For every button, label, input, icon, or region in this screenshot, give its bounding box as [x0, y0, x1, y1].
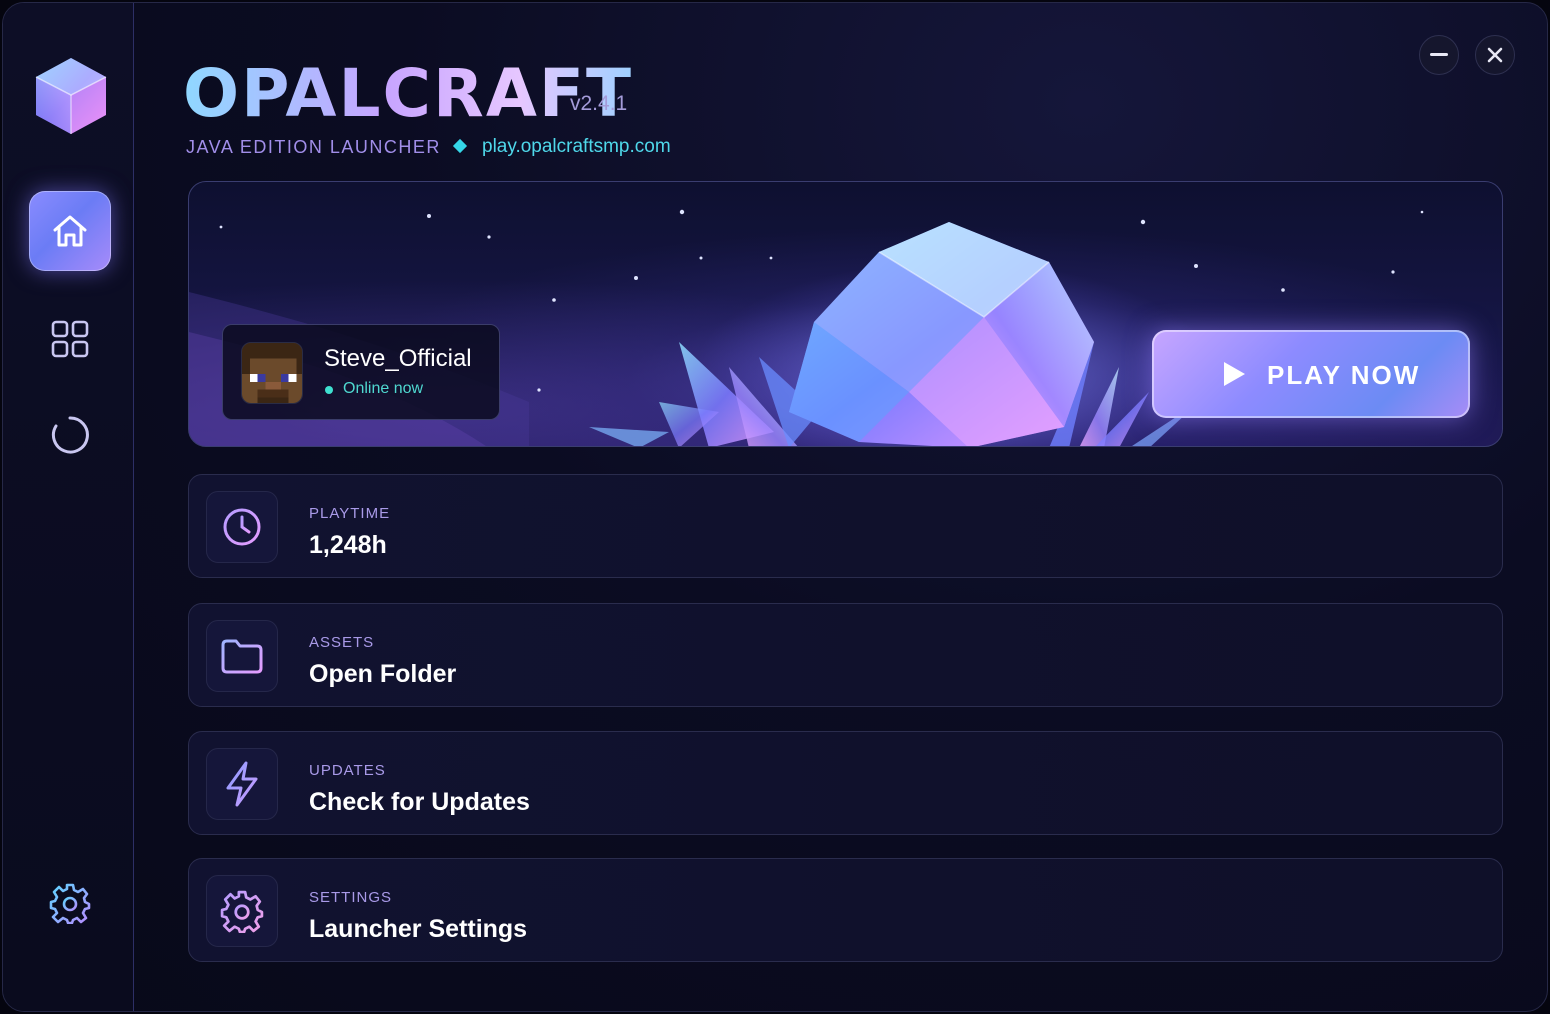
card-label: SETTINGS — [309, 889, 393, 906]
server-address: play.opalcraftsmp.com — [482, 136, 671, 157]
edition-subtitle: JAVA EDITION LAUNCHER — [186, 137, 441, 157]
minus-icon — [1430, 53, 1448, 56]
home-icon — [53, 215, 87, 247]
play-now-button[interactable]: PLAY NOW — [1152, 330, 1470, 418]
close-icon — [1487, 47, 1503, 63]
card-label: PLAYTIME — [309, 505, 391, 522]
diamond-separator-icon — [452, 138, 468, 154]
app-title: OPALCRAFT — [183, 55, 633, 132]
gear-icon — [49, 883, 91, 924]
card-value: Launcher Settings — [309, 915, 528, 943]
play-icon — [1224, 362, 1245, 386]
card-value: Open Folder — [309, 660, 457, 688]
sidebar-item-grid[interactable] — [29, 299, 111, 379]
card-value: 1,248h — [309, 531, 387, 559]
sidebar — [3, 3, 134, 1011]
version-label: v2.4.1 — [570, 92, 628, 115]
playtime-card[interactable]: PLAYTIME 1,248h — [188, 474, 1503, 578]
hero-banner: Steve_Official Online now PLAY NOW — [188, 181, 1503, 447]
opal-logo-icon — [32, 55, 110, 137]
grid-icon — [51, 320, 89, 358]
card-label: ASSETS — [309, 634, 375, 651]
settings-card[interactable]: SETTINGS Launcher Settings — [188, 858, 1503, 962]
assets-card[interactable]: ASSETS Open Folder — [188, 603, 1503, 707]
loading-circle-icon — [51, 416, 89, 454]
clock-icon — [223, 508, 261, 546]
minimize-button[interactable] — [1419, 35, 1459, 75]
online-status-dot-icon — [325, 386, 333, 394]
profile-card[interactable]: Steve_Official Online now — [222, 324, 500, 420]
close-button[interactable] — [1475, 35, 1515, 75]
gear-icon — [220, 890, 264, 933]
card-label: UPDATES — [309, 762, 386, 779]
updates-card[interactable]: UPDATES Check for Updates — [188, 731, 1503, 835]
sidebar-item-loading[interactable] — [29, 395, 111, 475]
lightning-icon — [226, 761, 258, 807]
folder-icon — [221, 639, 263, 674]
online-status: Online now — [343, 380, 424, 397]
card-value: Check for Updates — [309, 788, 530, 816]
sidebar-item-home[interactable] — [29, 191, 111, 271]
player-name: Steve_Official — [324, 345, 472, 372]
avatar — [241, 342, 303, 404]
sidebar-item-settings[interactable] — [29, 863, 111, 943]
launcher-window: OPALCRAFT v2.4.1 JAVA EDITION LAUNCHER p… — [2, 2, 1548, 1012]
play-now-label: PLAY NOW — [1267, 360, 1421, 390]
